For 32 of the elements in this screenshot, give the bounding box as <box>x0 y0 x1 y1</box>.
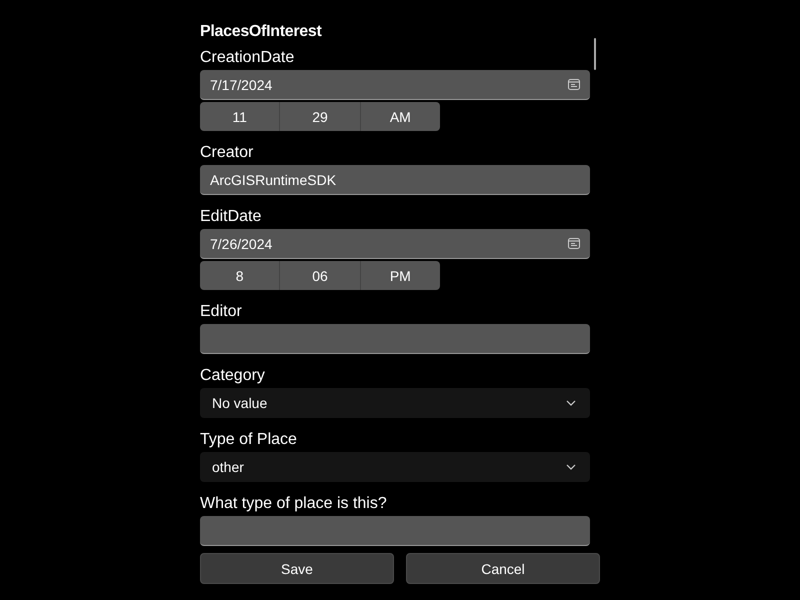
scrollbar-thumb[interactable] <box>594 38 596 70</box>
text-field[interactable] <box>200 516 590 546</box>
time-segment[interactable]: 11 <box>200 102 280 131</box>
chevron-down-icon[interactable] <box>566 464 576 470</box>
field-value: other <box>212 459 245 475</box>
field-value: 7/17/2024 <box>210 76 274 92</box>
field-label: Category <box>200 366 266 385</box>
text-field[interactable] <box>200 324 590 354</box>
field-label: Creator <box>200 143 254 162</box>
field-label: What type of place is this? <box>200 494 388 513</box>
calendar-icon[interactable] <box>568 79 580 90</box>
field-value: No value <box>212 395 268 411</box>
time-segment[interactable]: AM <box>360 102 440 131</box>
calendar-icon[interactable] <box>568 238 580 249</box>
field-value: 7/26/2024 <box>210 236 274 252</box>
dropdown[interactable]: No value <box>200 388 590 418</box>
field-label: CreationDate <box>200 48 296 67</box>
field-label: Editor <box>200 302 243 321</box>
save-button[interactable]: Save <box>200 553 394 584</box>
form-title: PlacesOfInterest <box>200 22 323 42</box>
chevron-down-icon[interactable] <box>566 400 576 406</box>
time-segment[interactable]: 8 <box>200 261 280 290</box>
text-field[interactable]: ArcGISRuntimeSDK <box>200 165 590 195</box>
time-segment[interactable]: 06 <box>279 261 360 290</box>
date-field[interactable]: 7/17/2024 <box>200 70 590 100</box>
time-segment[interactable]: 29 <box>279 102 360 131</box>
cancel-button[interactable]: Cancel <box>406 553 600 584</box>
date-field[interactable]: 7/26/2024 <box>200 229 590 259</box>
time-segment[interactable]: PM <box>360 261 440 290</box>
dropdown[interactable]: other <box>200 452 590 482</box>
field-label: EditDate <box>200 207 262 226</box>
field-label: Type of Place <box>200 430 298 449</box>
